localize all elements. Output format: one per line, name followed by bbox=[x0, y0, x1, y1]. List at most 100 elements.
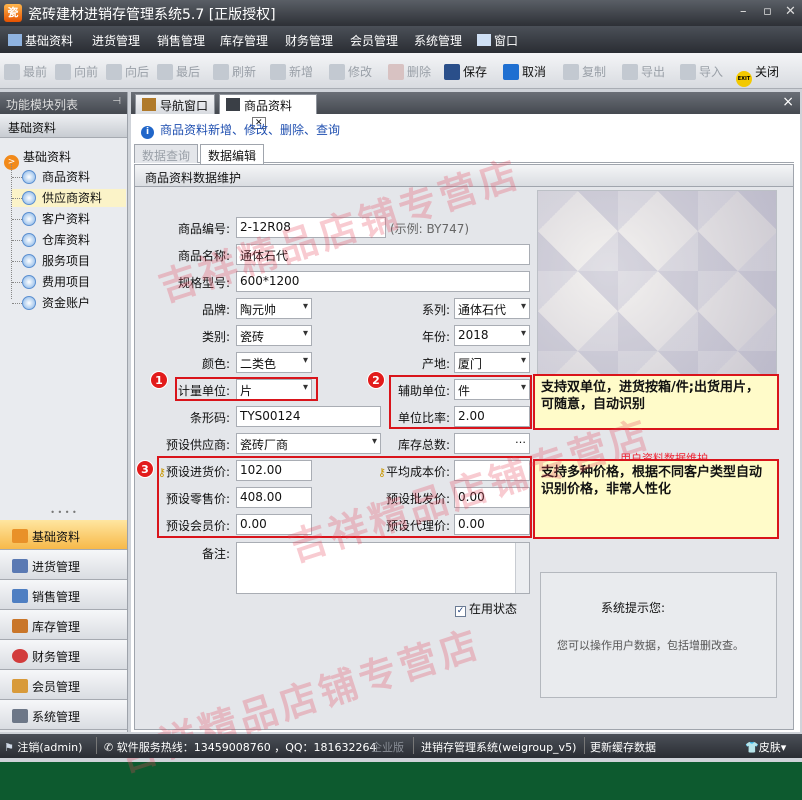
save-button[interactable]: 保存 bbox=[444, 63, 487, 80]
left-panel-header: 功能模块列表 ⊣ bbox=[0, 92, 127, 114]
nav-purchase[interactable]: 进货管理 bbox=[0, 550, 127, 580]
refresh-button[interactable]: 刷新 bbox=[213, 63, 256, 80]
menu-sales[interactable]: 销售管理 bbox=[157, 32, 205, 49]
menu-window[interactable]: 窗口 bbox=[477, 32, 518, 49]
tree-item-expense[interactable]: 费用项目 bbox=[12, 273, 126, 291]
nav-sales[interactable]: 销售管理 bbox=[0, 580, 127, 610]
refresh-cache-button[interactable]: 更新缓存数据 bbox=[590, 739, 656, 755]
category-select[interactable]: 瓷砖 bbox=[236, 325, 312, 346]
tree-item-fund[interactable]: 资金账户 bbox=[12, 294, 126, 312]
node-icon bbox=[22, 254, 36, 268]
memo-scrollbar[interactable] bbox=[515, 543, 529, 593]
status-bar: ⚑ 注销(admin) ✆ 软件服务热线：13459008760 ，QQ：181… bbox=[0, 734, 802, 758]
menu-basic[interactable]: 基础资料 bbox=[8, 32, 73, 49]
barcode-field[interactable]: TYS00124 bbox=[236, 406, 381, 427]
tab-product[interactable]: 商品资料✕ bbox=[219, 94, 317, 129]
cancel-button[interactable]: 取消 bbox=[503, 63, 546, 80]
close-label: 关闭 bbox=[755, 65, 780, 79]
edition-text: 企业版 bbox=[371, 741, 404, 754]
last-button[interactable]: 最后 bbox=[157, 63, 200, 80]
menu-inventory[interactable]: 库存管理 bbox=[220, 32, 268, 49]
nav-inventory[interactable]: 库存管理 bbox=[0, 610, 127, 640]
grid-icon bbox=[226, 98, 240, 111]
copy-button[interactable]: 复制 bbox=[563, 63, 606, 80]
import-button[interactable]: 导入 bbox=[680, 63, 723, 80]
barcode-label: 条形码: bbox=[189, 411, 230, 425]
nav-basic[interactable]: 基础资料 bbox=[0, 520, 127, 550]
skin-menu[interactable]: 👕皮肤▾ bbox=[745, 739, 786, 755]
tab-query[interactable]: 数据查询 bbox=[134, 144, 199, 163]
delete-button[interactable]: 删除 bbox=[388, 63, 431, 80]
copy-label: 复制 bbox=[582, 65, 607, 79]
highlight-box-aux-unit bbox=[389, 375, 532, 429]
nav-system[interactable]: 系统管理 bbox=[0, 700, 127, 730]
maximize-icon[interactable]: ▫ bbox=[763, 4, 772, 19]
export-button[interactable]: 导出 bbox=[622, 63, 665, 80]
add-button[interactable]: 新增 bbox=[270, 63, 313, 80]
tree-root[interactable]: > 基础资料 bbox=[4, 148, 71, 170]
panel-title: 功能模块列表 bbox=[6, 98, 79, 112]
annotation-badge-3: 3 bbox=[136, 460, 154, 478]
user-icon: ⚑ bbox=[4, 741, 14, 754]
tab-edit[interactable]: 数据编辑 bbox=[200, 144, 265, 164]
house-icon bbox=[12, 619, 28, 633]
code-field[interactable]: 2-12R08 bbox=[236, 217, 386, 238]
active-checkbox[interactable]: ✓ 在用状态 bbox=[455, 600, 517, 617]
supplier-select[interactable]: 瓷砖厂商 bbox=[236, 433, 381, 454]
brand-select[interactable]: 陶元帅 bbox=[236, 298, 312, 319]
tab-label: 导航窗口 bbox=[160, 99, 209, 113]
nav-label: 系统管理 bbox=[32, 710, 81, 724]
close-tab-icon[interactable]: × bbox=[782, 94, 794, 110]
tree-item-product[interactable]: 商品资料 bbox=[12, 168, 126, 186]
next-button[interactable]: 向后 bbox=[106, 63, 149, 80]
pin-icon[interactable]: ⊣ bbox=[112, 96, 121, 107]
hint-text: 商品资料新增、修改、删除、查询 bbox=[160, 123, 341, 137]
prev-label: 向前 bbox=[74, 65, 99, 79]
spec-field[interactable]: 600*1200 bbox=[236, 271, 530, 292]
tree-item-label: 商品资料 bbox=[42, 170, 91, 184]
pie-icon bbox=[12, 649, 28, 663]
series-select[interactable]: 通体石代 bbox=[454, 298, 530, 319]
menu-finance[interactable]: 财务管理 bbox=[285, 32, 333, 49]
first-button[interactable]: 最前 bbox=[4, 63, 47, 80]
nav-label: 会员管理 bbox=[32, 680, 81, 694]
menu-system[interactable]: 系统管理 bbox=[414, 32, 462, 49]
tree-item-supplier[interactable]: 供应商资料 bbox=[12, 189, 126, 207]
menu-purchase[interactable]: 进货管理 bbox=[92, 32, 140, 49]
logout-button[interactable]: ⚑ 注销(admin) bbox=[4, 739, 82, 755]
nav-finance[interactable]: 财务管理 bbox=[0, 640, 127, 670]
hotline-label: 软件服务热线：13459008760 ，QQ：181632264 bbox=[116, 741, 377, 754]
ellipsis-icon[interactable]: … bbox=[515, 433, 526, 446]
basic-icon bbox=[12, 529, 28, 543]
skin-label: 皮肤 bbox=[758, 741, 781, 754]
export-icon bbox=[622, 64, 638, 80]
origin-select[interactable]: 厦门 bbox=[454, 352, 530, 373]
app-logo-icon: 瓷 bbox=[4, 4, 22, 22]
users-icon bbox=[12, 679, 28, 693]
stock-label: 库存总数: bbox=[397, 438, 450, 452]
tree-item-service[interactable]: 服务项目 bbox=[12, 252, 126, 270]
tree-item-customer[interactable]: 客户资料 bbox=[12, 210, 126, 228]
minimize-icon[interactable]: – bbox=[740, 4, 747, 19]
close-button[interactable]: EXIT 关闭 bbox=[736, 63, 779, 87]
close-window-icon[interactable]: ✕ bbox=[785, 4, 796, 19]
nav-member[interactable]: 会员管理 bbox=[0, 670, 127, 700]
color-select[interactable]: 二类色 bbox=[236, 352, 312, 373]
node-icon bbox=[22, 233, 36, 247]
edit-button[interactable]: 修改 bbox=[329, 63, 372, 80]
panel-splitter[interactable]: • • • • bbox=[0, 509, 127, 518]
tree-item-label: 客户资料 bbox=[42, 212, 91, 226]
exit-icon: EXIT bbox=[736, 71, 752, 87]
memo-field[interactable] bbox=[236, 542, 530, 594]
cancel-label: 取消 bbox=[522, 65, 547, 79]
highlight-box-unit bbox=[175, 377, 318, 401]
group-header[interactable]: 基础资料 bbox=[0, 114, 127, 138]
tree-item-warehouse[interactable]: 仓库资料 bbox=[12, 231, 126, 249]
tab-nav[interactable]: 导航窗口 bbox=[135, 94, 215, 114]
year-select[interactable]: 2018 bbox=[454, 325, 530, 346]
name-field[interactable]: 通体石代 bbox=[236, 244, 530, 265]
brand-label: 品牌: bbox=[201, 303, 230, 317]
menu-member[interactable]: 会员管理 bbox=[350, 32, 398, 49]
prev-button[interactable]: 向前 bbox=[55, 63, 98, 80]
last-label: 最后 bbox=[176, 65, 201, 79]
